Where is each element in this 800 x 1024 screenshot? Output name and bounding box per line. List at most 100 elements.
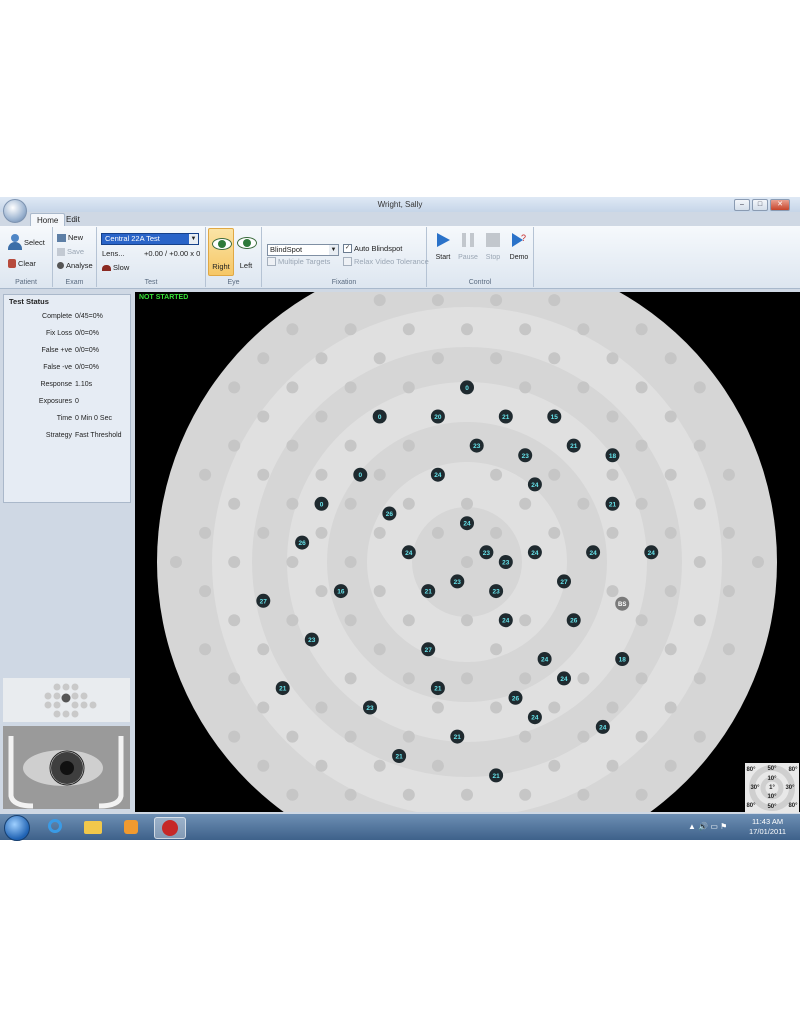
status-value: 0 Min 0 Sec — [75, 415, 112, 422]
system-clock[interactable]: 11:43 AM 17/01/2011 — [749, 817, 786, 837]
relax-video-label: Relax Video Tolerance — [354, 257, 429, 266]
group-control: Start Pause Stop ? Demo Control — [427, 227, 534, 287]
scale-label: 80° — [788, 767, 798, 773]
stimulus-value: 23 — [502, 560, 510, 567]
stimulus-point: 18 — [605, 448, 620, 463]
demo-button[interactable]: ? Demo — [506, 232, 532, 261]
analyse-button[interactable]: Analyse — [57, 261, 93, 270]
untested-point — [577, 381, 590, 394]
new-exam-button[interactable]: New — [57, 233, 83, 242]
perimetry-app-taskbar-button[interactable] — [154, 817, 186, 839]
checkbox-icon — [343, 257, 352, 266]
untested-point — [548, 352, 561, 365]
stimulus-value: 21 — [395, 754, 403, 761]
stimulus-point: 21 — [430, 681, 445, 696]
untested-point — [286, 323, 299, 336]
stimulus-value: 16 — [337, 589, 345, 596]
status-row: Fix Loss 0/0=0% — [4, 330, 130, 342]
stop-button[interactable]: Stop — [480, 232, 506, 261]
save-exam-button[interactable]: Save — [57, 247, 84, 256]
multiple-targets-checkbox[interactable]: Multiple Targets — [267, 257, 330, 266]
untested-point — [402, 497, 415, 510]
lens-value: +0.00 / +0.00 x 0 — [144, 249, 201, 258]
stimulus-point: 24 — [401, 545, 416, 560]
untested-point — [548, 759, 561, 772]
test-select[interactable]: Central 22A Test ▼ — [101, 233, 199, 245]
stimulus-value: 23 — [492, 589, 500, 596]
chevron-down-icon[interactable]: ▼ — [329, 245, 338, 255]
stimulus-point: 24 — [537, 652, 552, 666]
start-button[interactable] — [4, 815, 30, 841]
pause-button[interactable]: Pause — [455, 232, 481, 261]
folder-icon[interactable] — [78, 817, 108, 837]
minimize-button[interactable]: – — [734, 199, 750, 211]
clear-patient-button[interactable]: Clear — [8, 259, 36, 268]
stimulus-value: 27 — [425, 647, 433, 654]
untested-point — [373, 759, 386, 772]
stimulus-value: 24 — [541, 657, 549, 664]
stimulus-point: 15 — [547, 409, 562, 424]
untested-point — [199, 643, 212, 656]
untested-point — [635, 439, 648, 452]
stimulus-point: 26 — [566, 613, 581, 628]
tray-icons[interactable]: ▲ 🔊 ▭ ⚑ — [688, 822, 727, 831]
lens-label: Lens... — [102, 249, 125, 258]
relax-video-checkbox[interactable]: Relax Video Tolerance — [343, 257, 429, 266]
chevron-down-icon[interactable]: ▼ — [189, 234, 198, 244]
untested-point — [722, 468, 735, 481]
clock-time: 11:43 AM — [751, 817, 784, 826]
speed-button[interactable]: Slow — [102, 263, 129, 272]
stimulus-point: 20 — [430, 409, 445, 424]
media-player-icon[interactable] — [116, 817, 146, 837]
fixation-select[interactable]: BlindSpot ▼ — [267, 244, 339, 256]
stimulus-point: 21 — [450, 729, 465, 744]
group-caption-eye: Eye — [227, 279, 240, 286]
untested-point — [286, 497, 299, 510]
status-row: Strategy Fast Threshold — [4, 432, 130, 444]
scale-label: 80° — [746, 803, 756, 809]
tab-edit[interactable]: Edit — [60, 213, 86, 226]
stimulus-point: 26 — [382, 506, 397, 521]
internet-explorer-icon[interactable] — [40, 817, 70, 837]
status-label: False +ve — [41, 347, 72, 354]
left-eye-button[interactable]: Left — [234, 228, 258, 274]
perimetry-window: Wright, Sally – □ ✕ Home Edit Select Cle… — [0, 197, 800, 840]
lens-button[interactable]: Lens... — [102, 249, 125, 258]
untested-point — [257, 410, 270, 423]
untested-point — [286, 788, 299, 801]
start-label: Start — [435, 254, 451, 261]
start-button[interactable]: Start — [430, 232, 456, 261]
right-eye-button[interactable]: Right — [208, 228, 234, 276]
status-value: 1.10s — [75, 381, 93, 388]
untested-point — [286, 556, 299, 568]
maximize-button[interactable]: □ — [752, 199, 768, 211]
group-caption-control: Control — [468, 279, 492, 286]
untested-point — [431, 352, 444, 365]
fixation-select-value: BlindSpot — [270, 245, 303, 254]
stimulus-point: 21 — [498, 409, 513, 424]
untested-point — [693, 497, 706, 510]
status-row: False -ve 0/0=0% — [4, 364, 130, 376]
untested-point — [635, 672, 648, 685]
untested-point — [315, 701, 328, 714]
untested-point — [490, 643, 503, 656]
close-button[interactable]: ✕ — [770, 199, 790, 211]
untested-point — [635, 381, 648, 394]
untested-point — [548, 526, 561, 539]
clear-user-icon — [8, 259, 16, 268]
untested-point — [344, 730, 357, 743]
stimulus-point: 23 — [479, 545, 494, 560]
scale-label: 10° — [767, 794, 777, 800]
untested-point — [315, 352, 328, 365]
left-eye-icon — [237, 237, 257, 249]
auto-blindspot-checkbox[interactable]: ✓ Auto Blindspot — [343, 244, 402, 253]
untested-point — [635, 788, 648, 801]
untested-point — [344, 439, 357, 452]
stimulus-point: 0 — [460, 380, 474, 395]
select-patient-button[interactable]: Select — [8, 234, 45, 250]
untested-point — [257, 759, 270, 772]
stimulus-point: 23 — [498, 555, 513, 569]
untested-point — [606, 759, 619, 772]
taskbar: ▲ 🔊 ▭ ⚑ 11:43 AM 17/01/2011 — [0, 814, 800, 841]
untested-point — [606, 352, 619, 365]
